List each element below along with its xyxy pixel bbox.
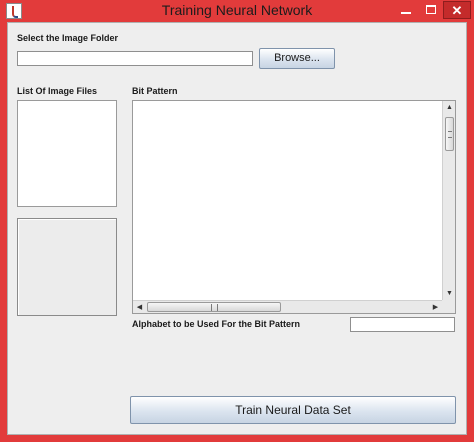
horizontal-scroll-thumb[interactable]	[147, 302, 281, 312]
vertical-scroll-thumb[interactable]	[445, 117, 454, 151]
alphabet-label: Alphabet to be Used For the Bit Pattern	[132, 319, 301, 329]
alphabet-input[interactable]	[350, 317, 455, 332]
close-button[interactable]: ✕	[443, 1, 471, 19]
bit-pattern-label: Bit Pattern	[132, 86, 178, 96]
image-files-list[interactable]	[17, 100, 117, 207]
scroll-down-icon[interactable]: ▼	[443, 287, 455, 300]
minimize-icon	[401, 12, 411, 14]
browse-button[interactable]: Browse...	[259, 48, 335, 69]
close-icon: ✕	[451, 3, 463, 18]
maximize-icon	[426, 5, 436, 14]
title-bar[interactable]: Training Neural Network ✕	[0, 0, 474, 22]
train-neural-data-set-button[interactable]: Train Neural Data Set	[130, 396, 456, 424]
scroll-corner	[442, 300, 455, 313]
folder-label: Select the Image Folder	[17, 33, 119, 43]
scroll-right-icon[interactable]: ▶	[429, 301, 442, 313]
minimize-button[interactable]	[393, 1, 419, 19]
grip-icon	[211, 304, 218, 311]
folder-path-input[interactable]	[17, 51, 253, 66]
image-list-label: List Of Image Files	[17, 86, 98, 96]
horizontal-scrollbar[interactable]: ◀ ▶	[133, 300, 442, 313]
vertical-scrollbar[interactable]: ▲ ▼	[442, 101, 455, 300]
app-window: Training Neural Network ✕ Select the Ima…	[0, 0, 474, 442]
scroll-left-icon[interactable]: ◀	[133, 301, 146, 313]
grip-icon	[448, 131, 452, 138]
image-preview-panel	[17, 218, 117, 316]
maximize-button[interactable]	[419, 1, 443, 19]
scroll-up-icon[interactable]: ▲	[443, 101, 455, 114]
bit-pattern-textarea[interactable]: ▲ ▼ ◀ ▶	[132, 100, 456, 314]
content-panel: Select the Image Folder Browse... List O…	[7, 22, 467, 435]
